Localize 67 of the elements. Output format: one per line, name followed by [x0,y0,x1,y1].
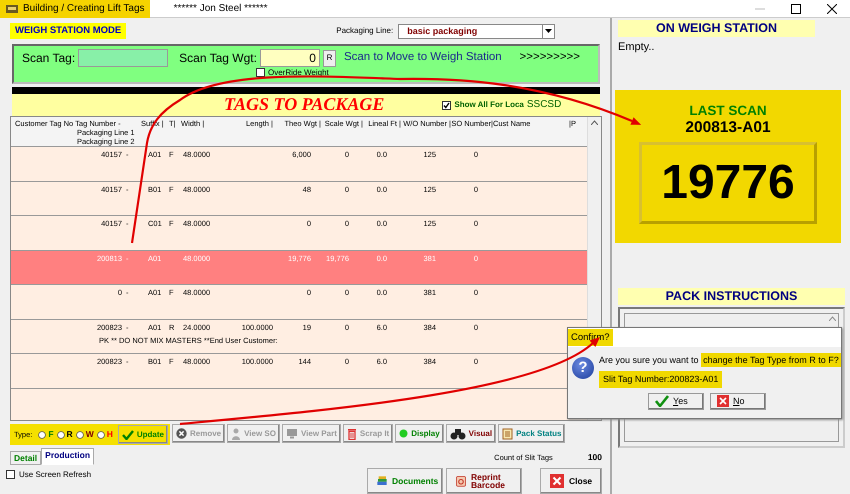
action-button[interactable]: Documents [367,468,443,494]
binoculars-icon [450,428,466,440]
maximize-icon [791,4,801,14]
last-scan-title: LAST SCAN [689,103,767,120]
dialog-title: Confirm? [568,328,613,346]
toolbar-button[interactable]: Visual [446,424,496,443]
action-button[interactable]: Reprint Barcode [446,468,522,494]
monitor-icon [286,428,298,439]
count-value: 100 [588,452,602,462]
location-code: SSCSD [526,99,562,111]
scan-hint: Scan to Move to Weigh Station [344,51,502,65]
show-all-label: Show All For Loca [454,100,524,110]
radio-button[interactable] [56,430,65,438]
type-option-label: W [86,429,94,440]
override-label: OverRide Weight [268,68,329,78]
toolbar-button[interactable]: Pack Status [498,424,566,443]
dot-icon [399,429,408,438]
dialog-message: Are you sure you want to change the Tag Type from R to F? [599,352,841,369]
panel-title: PACK INSTRUCTIONS [618,288,845,306]
weight-display: 19776 [639,142,817,224]
caret-icon [545,29,552,33]
trash-icon [346,428,357,440]
checkbox[interactable] [256,68,265,78]
scroll-up-icon [591,120,598,125]
packaging-line-label: Packaging Line: [336,26,394,36]
scan-tag-label: Scan Tag: [22,50,76,66]
close-circle-icon [176,428,187,439]
type-option-label: F [48,429,54,440]
app-icon [5,3,19,14]
checkbox[interactable] [6,470,15,480]
weigh-station-status: Empty.. [618,41,656,54]
tab[interactable]: Production [41,448,94,465]
toolbar-button[interactable]: Update [118,425,168,444]
check-icon [122,430,134,440]
close-icon [717,395,729,408]
mode-badge: WEIGH STATION MODE [10,23,126,39]
arrow-indicator: >>>>>>>>> [520,51,580,65]
user-name: ****** Jon Steel ****** [174,2,268,14]
reset-button[interactable]: R [322,50,336,66]
scan-weight-label: Scan Tag Wgt: [179,50,257,66]
radio-button[interactable] [38,430,46,438]
radio-button[interactable] [96,430,105,438]
scan-weight-field[interactable]: 0 [260,49,320,67]
list-title: TAGS TO PACKAGE [224,94,384,116]
action-button[interactable]: Close [540,468,602,494]
close-icon [827,4,837,14]
type-option-label: R [66,429,73,440]
checkbox[interactable] [442,100,452,110]
tab[interactable]: Detail [10,450,42,465]
radio-button[interactable] [76,430,84,438]
packaging-line-dropdown[interactable]: basic packaging [398,24,556,38]
dialog-detail: Slit Tag Number:200823-A01 [599,370,722,388]
person-icon [231,428,242,440]
window-title: Building / Creating Lift Tags [23,2,145,14]
question-icon: ? [572,357,594,379]
close-icon [549,473,565,489]
dialog-button[interactable]: Yes [648,392,704,410]
toolbar-button[interactable]: Display [395,424,444,443]
type-option-label: H [106,429,113,440]
dialog-button[interactable]: No [710,392,766,410]
check-icon [655,395,669,408]
last-scan-tag: 200813-A01 [685,119,771,138]
panel-title: ON WEIGH STATION [618,20,815,37]
screen-refresh-label: Use Screen Refresh [19,470,92,480]
scan-tag-field[interactable] [78,49,168,67]
scroll-up-icon [829,316,836,322]
ledger-icon [502,428,514,440]
